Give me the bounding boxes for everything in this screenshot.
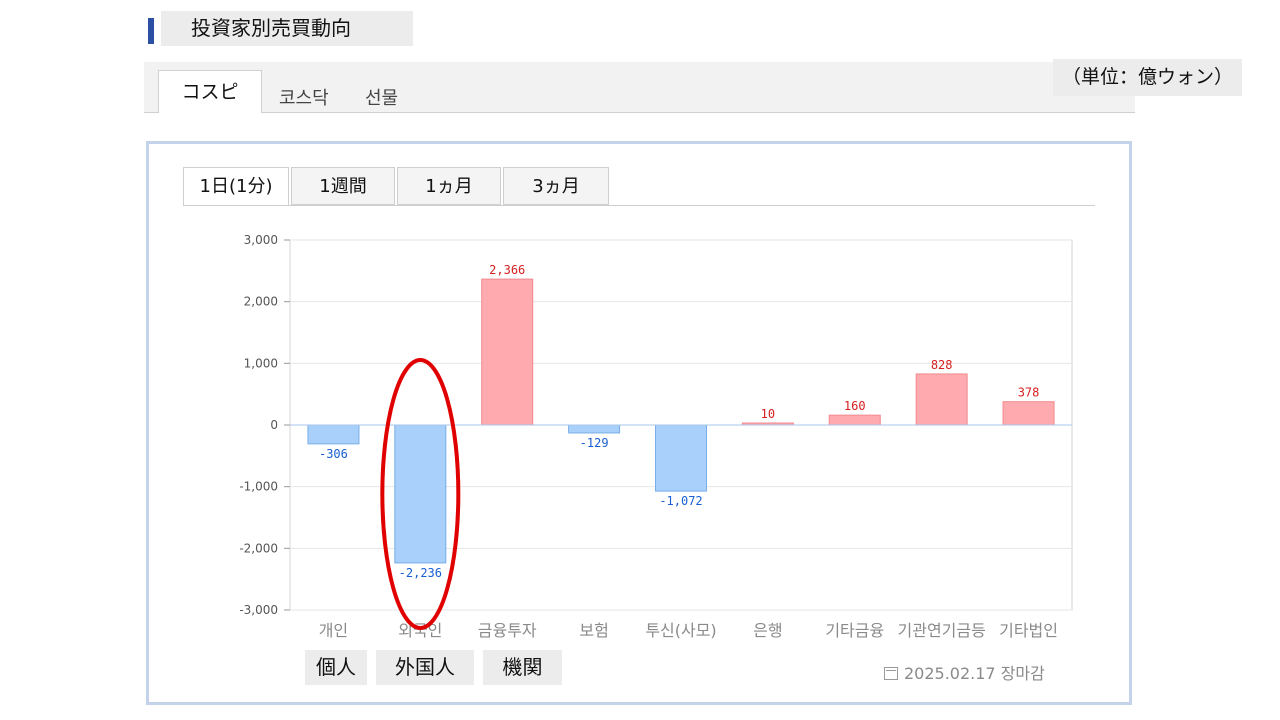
overlay-label-foreigner: 外国人 xyxy=(376,650,474,685)
bar-data-label: -306 xyxy=(319,447,348,461)
calendar-icon xyxy=(884,667,898,680)
x-category-label: 기관연기금등 xyxy=(898,621,986,640)
y-tick-label: 3,000 xyxy=(244,233,278,247)
x-category-label: 금융투자 xyxy=(478,621,537,640)
bar xyxy=(394,424,447,564)
bar xyxy=(568,424,621,434)
bar-data-label: -2,236 xyxy=(399,566,442,580)
x-category-label: 투신(사모) xyxy=(645,621,716,640)
bar-data-label: 10 xyxy=(761,407,775,421)
x-category-label: 기타금융 xyxy=(825,621,884,640)
x-category-label: 은행 xyxy=(753,621,782,640)
bar-data-label: 378 xyxy=(1018,386,1040,400)
y-tick-label: 1,000 xyxy=(244,356,278,370)
y-tick-label: -1,000 xyxy=(239,480,278,494)
bar-data-label: 2,366 xyxy=(489,263,525,277)
x-category-label: 보험 xyxy=(579,621,608,640)
bar xyxy=(481,278,534,426)
bar xyxy=(828,414,881,426)
bar xyxy=(915,373,968,426)
overlay-label-individual: 個人 xyxy=(305,650,367,685)
bar-data-label: -1,072 xyxy=(659,494,702,508)
bar xyxy=(655,424,707,492)
x-category-label: 기타법인 xyxy=(999,621,1058,640)
bar-data-label: 160 xyxy=(844,399,866,413)
overlay-label-institution: 機関 xyxy=(483,650,562,685)
bar xyxy=(307,424,360,445)
y-tick-label: -3,000 xyxy=(239,603,278,617)
bar xyxy=(1002,401,1055,426)
bar-data-label: -129 xyxy=(580,436,609,450)
x-category-label: 개인 xyxy=(319,621,348,640)
bar-data-label: 828 xyxy=(931,358,953,372)
x-category-label: 외국인 xyxy=(398,621,442,640)
investor-bar-chart: 3,000 2,000 1,000 0 -1,000 -2,000 -3,000 -306 개인… xyxy=(239,233,1073,640)
y-tick-label: 2,000 xyxy=(244,295,278,309)
date-stamp-text: 2025.02.17 장마감 xyxy=(904,664,1045,683)
y-tick-label: -2,000 xyxy=(239,541,278,555)
y-tick-label: 0 xyxy=(270,418,278,432)
date-stamp: 2025.02.17 장마감 xyxy=(884,660,1045,684)
